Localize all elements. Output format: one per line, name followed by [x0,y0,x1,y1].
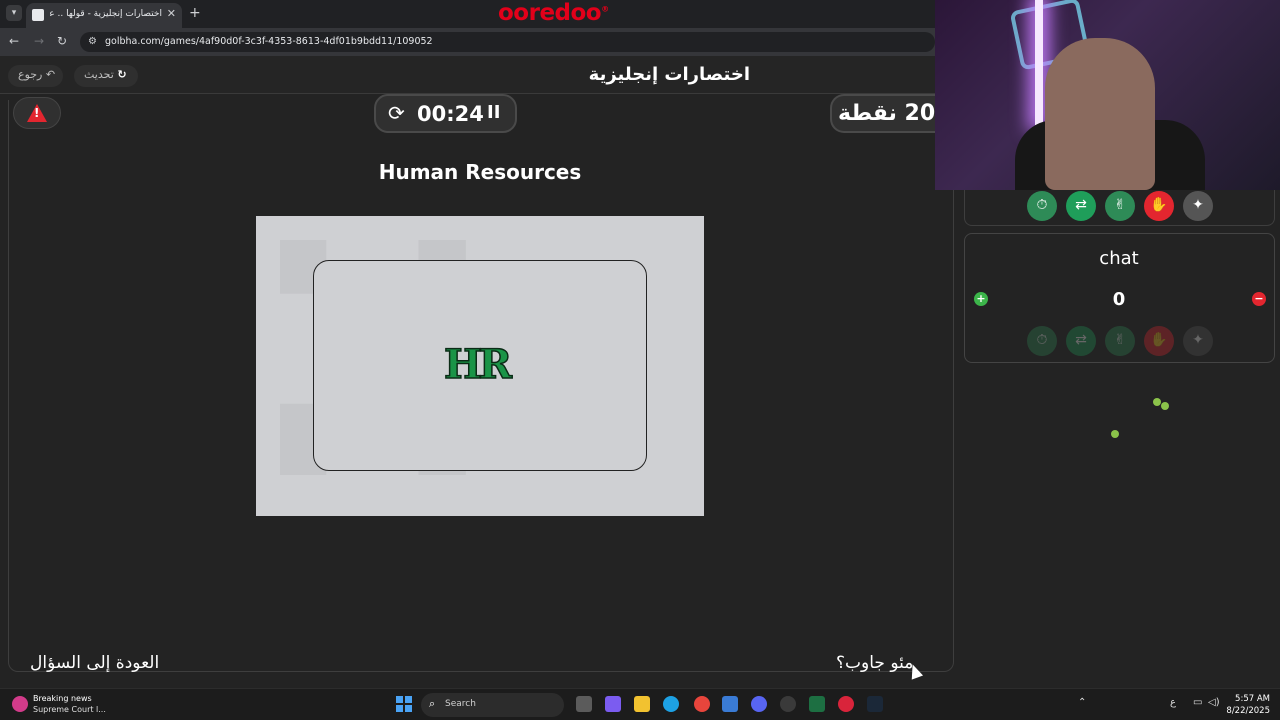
obs-icon[interactable] [780,696,796,712]
clock-time[interactable]: 5:57 AM [1230,694,1270,704]
file-explorer-icon[interactable] [634,696,650,712]
creative-cloud-icon[interactable] [838,696,854,712]
hand-stop-icon[interactable]: ✋ [1144,191,1174,221]
loading-dot [1111,430,1119,438]
timer-value: 00:24 [417,102,484,126]
reload-icon[interactable]: ↻ [57,34,67,48]
taskbar-search[interactable]: ⌕ Search [421,693,564,717]
site-info-icon[interactable]: ⚙ [88,36,97,47]
steam-icon[interactable] [867,696,883,712]
clock-date[interactable]: 8/22/2025 [1225,706,1270,716]
tray-overflow-icon[interactable]: ⌃ [1078,697,1086,708]
swap-icon[interactable]: ⇄ [1066,191,1096,221]
pause-icon[interactable]: II [487,102,500,123]
excel-icon[interactable] [809,696,825,712]
stopwatch-icon[interactable]: ⏱ [1027,326,1057,356]
refresh-icon: ↻ [117,68,127,81]
search-label: Search [445,699,476,709]
new-tab-button[interactable]: + [189,5,201,21]
address-bar[interactable]: ⚙ golbha.com/games/4af90d0f-3c3f-4353-86… [80,32,935,52]
tab-close-icon[interactable]: ✕ [167,7,176,20]
hand-stop-icon[interactable]: ✋ [1144,326,1174,356]
back-button-label: رجوع [18,68,43,81]
sparkle-icon[interactable]: ✦ [1183,326,1213,356]
copilot-icon[interactable] [605,696,621,712]
refresh-button[interactable]: تحديث ↻ [74,65,138,87]
back-button[interactable]: رجوع ↶ [8,65,63,87]
brand-logo: ooredoo® [498,0,609,26]
remove-point-icon[interactable]: − [1252,292,1266,306]
who-answered-button[interactable]: مئو جاوب؟ [836,653,913,673]
edge-icon[interactable] [663,696,679,712]
stopwatch-icon[interactable]: ⏱ [1027,191,1057,221]
team-name: chat [1099,248,1139,269]
browser-tab[interactable]: اختصارات إنجليزية - قولها .. عدل ✕ [26,3,182,28]
network-icon[interactable]: ▭ [1193,697,1202,708]
bottom-divider [196,671,824,672]
timer-reset-icon[interactable]: ⟳ [388,101,405,125]
windows-start-icon[interactable] [396,696,412,712]
question-card: ▚▞▞▚ HR [256,216,704,516]
task-view-icon[interactable] [576,696,592,712]
question-text: Human Resources [378,160,582,184]
points-badge: 200 نقطة [830,94,950,133]
forward-arrow-icon[interactable]: → [34,34,44,48]
warning-mark: ! [34,106,40,120]
question-image-frame: HR [313,260,647,471]
tab-favicon-icon [32,9,44,21]
page-title: اختصارات إنجليزية [588,64,750,85]
news-badge-icon [12,696,28,712]
neon-light [1035,0,1043,125]
url-text[interactable]: golbha.com/games/4af90d0f-3c3f-4353-8613… [105,36,433,47]
person-head [1045,38,1155,190]
news-title: Breaking news [33,694,92,703]
undo-arrow-icon: ↶ [45,68,56,81]
swap-icon[interactable]: ⇄ [1066,326,1096,356]
team-1-powerups: ⏱ ⇄ ✌ ✋ ✦ [964,190,1275,226]
tab-search-menu-button[interactable]: ▾ [6,5,22,21]
back-to-question-button[interactable]: العودة إلى السؤال [30,653,159,673]
webcam-overlay [935,0,1280,190]
volume-icon[interactable]: ◁) [1208,697,1220,708]
keyboard-language-indicator[interactable]: ع [1170,697,1176,708]
game-header: رجوع ↶ تحديث ↻ اختصارات إنجليزية [0,56,955,94]
team-score: 0 [1112,289,1126,310]
hand-peace-icon[interactable]: ✌ [1105,191,1135,221]
report-button[interactable]: ! [13,97,61,129]
points-value: 200 نقطة [838,101,951,126]
loading-dot [1153,398,1161,406]
refresh-button-label: تحديث [84,68,114,81]
hand-peace-icon[interactable]: ✌ [1105,326,1135,356]
timer: ⟳ 00:24 II [374,94,517,133]
back-arrow-icon[interactable]: ← [9,34,19,48]
brand-logo-text: ooredoo [498,0,602,26]
sparkle-icon[interactable]: ✦ [1183,191,1213,221]
news-subtitle: Supreme Court l... [33,705,106,714]
loading-dot [1161,402,1169,410]
windows-taskbar: Breaking news Supreme Court l... ⌕ Searc… [0,688,1280,720]
hr-logo-image: HR [443,340,513,389]
tab-title: اختصارات إنجليزية - قولها .. عدل [50,9,162,19]
discord-icon[interactable] [751,696,767,712]
registered-mark: ® [601,4,609,14]
team-panel: chat + 0 − ⏱ ⇄ ✌ ✋ ✦ [964,233,1275,363]
search-icon: ⌕ [429,697,436,710]
store-icon[interactable] [722,696,738,712]
chrome-icon[interactable] [694,696,710,712]
